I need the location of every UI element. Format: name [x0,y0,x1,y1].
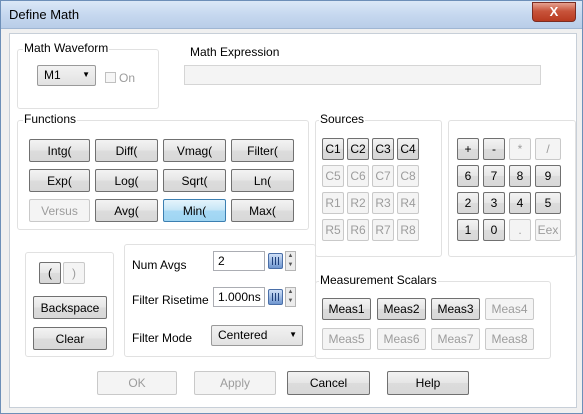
functions-label: Functions [23,112,78,126]
exp-button[interactable]: Exp( [29,169,90,192]
spin-down-icon[interactable]: ▼ [286,261,295,270]
filter-button[interactable]: Filter( [231,139,294,162]
ln-button[interactable]: Ln( [231,169,294,192]
num-avgs-spinner[interactable]: ▲ ▼ [285,251,296,271]
chevron-down-icon: ▼ [289,330,297,339]
source-r4-button[interactable]: R4 [397,192,419,214]
filter-risetime-label: Filter Risetime [132,293,209,307]
close-button[interactable]: X [532,2,576,22]
spin-up-icon[interactable]: ▲ [286,288,295,297]
key-4-button[interactable]: 4 [509,192,531,214]
log-button[interactable]: Log( [95,169,158,192]
source-r3-button[interactable]: R3 [372,192,394,214]
key-6-button[interactable]: 6 [457,165,479,187]
key-0-button[interactable]: 0 [483,219,505,241]
spin-down-icon[interactable]: ▼ [286,297,295,306]
diff-button[interactable]: Diff( [95,139,158,162]
define-math-dialog: Define Math X Math Waveform M1 ▼ On Math… [0,0,583,414]
help-button[interactable]: Help [387,371,469,395]
key-plus-button[interactable]: + [457,138,479,160]
key-9-button[interactable]: 9 [535,165,561,187]
key-minus-button[interactable]: - [483,138,505,160]
clear-button[interactable]: Clear [33,327,107,350]
source-c5-button[interactable]: C5 [322,165,344,187]
filter-risetime-field[interactable]: 1.000ns [213,287,265,307]
key-divide-button[interactable]: / [535,138,561,160]
source-r1-button[interactable]: R1 [322,192,344,214]
open-paren-button[interactable]: ( [39,262,61,284]
source-r5-button[interactable]: R5 [322,219,344,241]
window-title: Define Math [9,7,80,22]
calculator-icon[interactable] [268,289,283,305]
meas7-button[interactable]: Meas7 [431,328,480,350]
num-avgs-label: Num Avgs [132,258,187,272]
source-c8-button[interactable]: C8 [397,165,419,187]
filter-mode-value: Centered [218,328,268,342]
filter-mode-select[interactable]: Centered ▼ [211,325,303,346]
chevron-down-icon: ▼ [82,70,90,79]
meas1-button[interactable]: Meas1 [322,298,371,320]
key-eex-button[interactable]: Eex [535,219,561,241]
source-r7-button[interactable]: R7 [372,219,394,241]
source-r6-button[interactable]: R6 [347,219,369,241]
filter-risetime-spinner[interactable]: ▲ ▼ [285,287,296,307]
avg-button[interactable]: Avg( [95,199,158,222]
on-label: On [119,71,136,85]
spin-up-icon[interactable]: ▲ [286,252,295,261]
math-waveform-select[interactable]: M1 ▼ [37,65,96,86]
key-7-button[interactable]: 7 [483,165,505,187]
meas2-button[interactable]: Meas2 [377,298,426,320]
ok-button[interactable]: OK [97,371,177,395]
vmag-button[interactable]: Vmag( [163,139,226,162]
sqrt-button[interactable]: Sqrt( [163,169,226,192]
source-c2-button[interactable]: C2 [347,138,369,160]
intg-button[interactable]: Intg( [29,139,90,162]
source-c4-button[interactable]: C4 [397,138,419,160]
source-c6-button[interactable]: C6 [347,165,369,187]
key-5-button[interactable]: 5 [535,192,561,214]
source-r2-button[interactable]: R2 [347,192,369,214]
source-c7-button[interactable]: C7 [372,165,394,187]
key-3-button[interactable]: 3 [483,192,505,214]
close-paren-button[interactable]: ) [63,262,85,284]
dialog-body: Math Waveform M1 ▼ On Math Expression Fu… [9,33,577,408]
math-waveform-value: M1 [44,68,61,82]
cancel-button[interactable]: Cancel [287,371,370,395]
source-c1-button[interactable]: C1 [322,138,344,160]
math-expression-label: Math Expression [190,45,280,59]
key-1-button[interactable]: 1 [457,219,479,241]
apply-button[interactable]: Apply [194,371,276,395]
max-button[interactable]: Max( [231,199,294,222]
key-decimal-button[interactable]: . [509,219,531,241]
math-waveform-label: Math Waveform [23,41,110,55]
meas6-button[interactable]: Meas6 [377,328,426,350]
source-r8-button[interactable]: R8 [397,219,419,241]
math-expression-field[interactable] [184,65,541,85]
versus-button[interactable]: Versus [29,199,90,222]
source-c3-button[interactable]: C3 [372,138,394,160]
sources-label: Sources [319,112,366,126]
key-2-button[interactable]: 2 [457,192,479,214]
key-8-button[interactable]: 8 [509,165,531,187]
meas4-button[interactable]: Meas4 [485,298,534,320]
meas8-button[interactable]: Meas8 [485,328,534,350]
meas5-button[interactable]: Meas5 [322,328,371,350]
on-checkbox[interactable] [105,72,116,83]
num-avgs-field[interactable]: 2 [213,251,265,271]
measurement-scalars-label: Measurement Scalars [319,273,438,287]
min-button[interactable]: Min( [163,199,226,222]
backspace-button[interactable]: Backspace [33,296,107,319]
filter-mode-label: Filter Mode [132,331,193,345]
calculator-icon[interactable] [268,253,283,269]
key-multiply-button[interactable]: * [509,138,531,160]
meas3-button[interactable]: Meas3 [431,298,480,320]
title-bar: Define Math X [1,1,582,29]
